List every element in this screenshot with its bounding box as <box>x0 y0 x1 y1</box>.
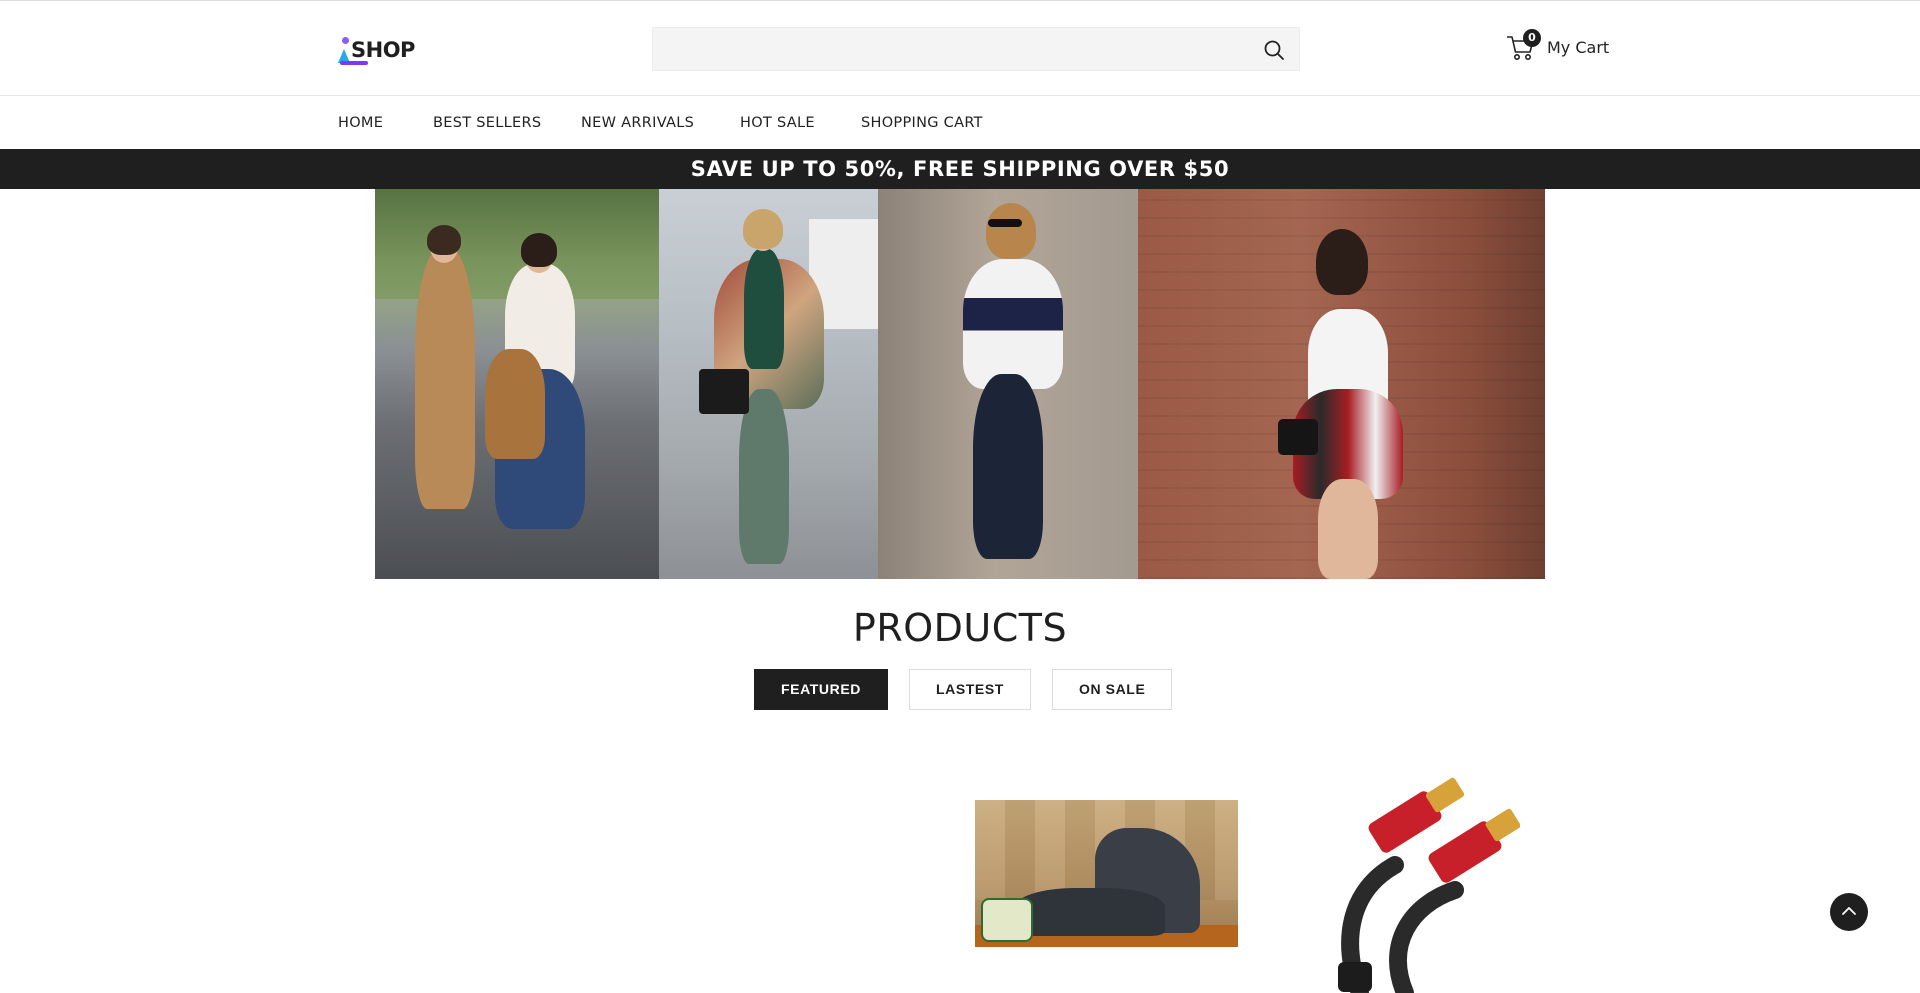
hero-banner[interactable] <box>375 189 1545 579</box>
search-input[interactable] <box>653 28 1299 70</box>
search-icon[interactable] <box>1263 39 1285 61</box>
logo-text: SHOP <box>351 38 415 62</box>
tab-featured[interactable]: FEATURED <box>754 669 888 710</box>
nav-item-shopping-cart[interactable]: SHOPPING CART <box>861 97 983 149</box>
promo-banner: SAVE UP TO 50%, FREE SHIPPING OVER $50 <box>0 149 1920 189</box>
hero-image-2 <box>659 189 878 579</box>
product-image-hdmi-cable[interactable] <box>1300 770 1520 993</box>
products-heading: PRODUCTS <box>852 606 1068 650</box>
nav-item-best-sellers[interactable]: BEST SELLERS <box>433 97 541 149</box>
brand-badge-icon <box>981 898 1033 942</box>
hero-image-3 <box>878 189 1138 579</box>
tab-on-sale[interactable]: ON SALE <box>1051 669 1173 710</box>
product-tabs: FEATURED LASTEST ON SALE <box>754 669 1173 710</box>
product-image-boots[interactable] <box>975 800 1238 947</box>
nav-item-home[interactable]: HOME <box>338 97 383 149</box>
hero-image-1 <box>375 189 659 579</box>
site-header: SHOP 0 My Cart <box>0 1 1920 96</box>
scroll-to-top-button[interactable] <box>1830 893 1868 931</box>
nav-item-hot-sale[interactable]: HOT SALE <box>740 97 815 149</box>
cart-count-badge: 0 <box>1523 29 1541 47</box>
cart-icon: 0 <box>1505 29 1541 63</box>
chevron-up-icon <box>1842 907 1856 915</box>
tab-lastest[interactable]: LASTEST <box>908 669 1031 710</box>
main-nav: HOME BEST SELLERS NEW ARRIVALS HOT SALE … <box>0 97 1920 149</box>
nav-item-new-arrivals[interactable]: NEW ARRIVALS <box>581 97 694 149</box>
search-bar <box>652 27 1300 71</box>
hero-image-4 <box>1138 189 1545 579</box>
cart-label: My Cart <box>1547 37 1610 57</box>
logo-mark-icon <box>338 35 368 65</box>
site-logo[interactable]: SHOP <box>338 33 415 67</box>
cart-link[interactable]: 0 My Cart <box>1505 29 1609 65</box>
